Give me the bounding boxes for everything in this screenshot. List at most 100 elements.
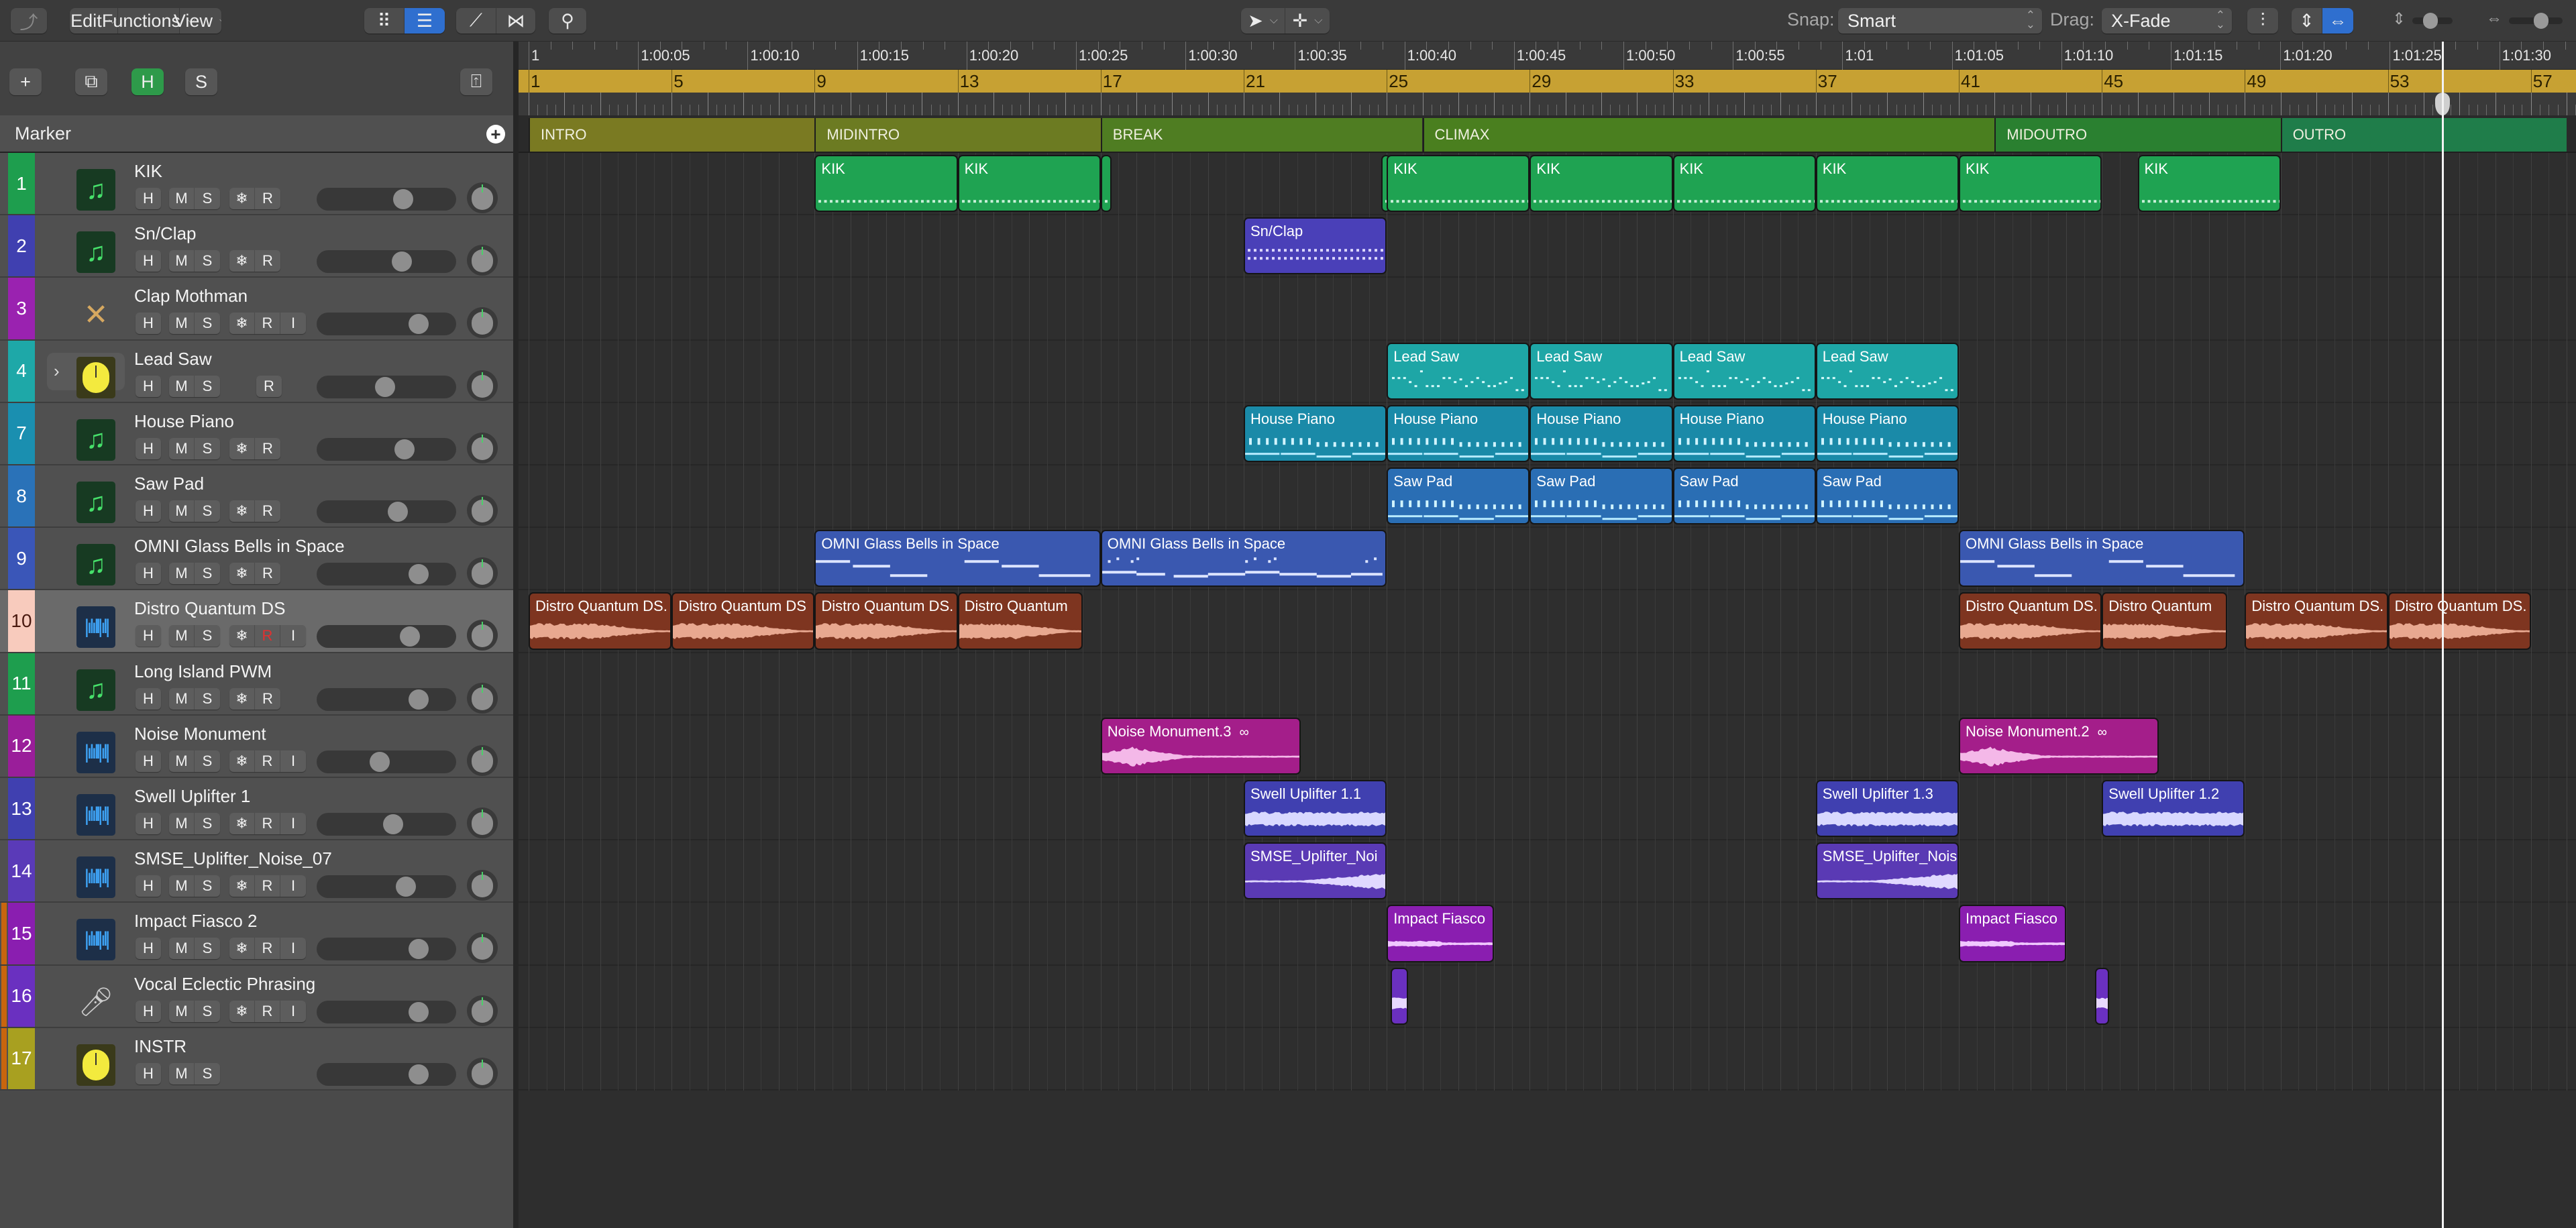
region[interactable]: Sn/Clap — [1244, 217, 1387, 275]
freeze-button[interactable]: ❄ — [229, 625, 255, 647]
region[interactable]: KIK — [2137, 155, 2281, 213]
vertical-fit-button[interactable]: ⇕ — [2292, 8, 2322, 34]
volume-knob[interactable] — [400, 626, 421, 647]
mute-button[interactable]: M — [169, 437, 195, 459]
region[interactable]: Swell Uplifter 1.3 — [1815, 780, 1959, 838]
marker-midoutro[interactable]: MIDOUTRO — [1994, 118, 2281, 152]
hide-button[interactable]: H — [136, 438, 161, 459]
track-header-4[interactable]: 4 › Lead Saw H M S R — [0, 340, 513, 403]
region[interactable]: Distro Quantum DS. — [1959, 592, 2102, 650]
region[interactable]: KIK — [957, 155, 1101, 213]
mute-button[interactable]: M — [169, 938, 195, 960]
region[interactable]: KIK — [1672, 155, 1816, 213]
pan-knob[interactable] — [467, 744, 498, 776]
marker-midintro[interactable]: MIDINTRO — [814, 118, 1101, 152]
track-header-17[interactable]: 17 INSTR H M S — [0, 1027, 513, 1091]
volume-slider[interactable] — [317, 375, 456, 398]
pan-knob[interactable] — [467, 307, 498, 339]
volume-slider[interactable] — [317, 938, 456, 961]
marker-break[interactable]: BREAK — [1100, 118, 1423, 152]
volume-slider[interactable] — [317, 500, 456, 523]
functions-menu[interactable]: Functions ⌵ — [102, 8, 195, 34]
record-enable-button[interactable]: R — [256, 376, 282, 397]
region[interactable]: Lead Saw — [1672, 342, 1816, 400]
marker-climax[interactable]: CLIMAX — [1422, 118, 1995, 152]
solo-button[interactable]: S — [195, 688, 220, 710]
input-monitor-button[interactable]: I — [280, 625, 306, 647]
freeze-button[interactable]: ❄ — [229, 250, 255, 272]
region[interactable]: KIK — [1529, 155, 1673, 213]
record-enable-button[interactable]: R — [255, 688, 280, 710]
hide-toggle-button[interactable]: H — [131, 68, 164, 95]
hide-button[interactable]: H — [136, 813, 161, 834]
marker-outro[interactable]: OUTRO — [2280, 118, 2567, 152]
hide-button[interactable]: H — [136, 500, 161, 522]
mute-button[interactable]: M — [169, 375, 195, 397]
mute-button[interactable]: M — [169, 500, 195, 522]
track-header-10[interactable]: 10 |ılıll|ıl| Distro Quantum DS H M S ❄ R I — [0, 590, 513, 653]
secondary-tool-button[interactable]: ✛ ⌵ — [1285, 8, 1330, 34]
region[interactable]: SMSE_Uplifter_Noi — [1244, 842, 1387, 900]
mute-button[interactable]: M — [169, 313, 195, 335]
snap-select[interactable]: Smart ⌃ ⌄ — [1838, 8, 2042, 34]
freeze-button[interactable]: ❄ — [229, 687, 255, 710]
freeze-button[interactable]: ❄ — [229, 437, 255, 459]
pointer-tool-button[interactable]: ➤ ⌵ — [1241, 8, 1285, 34]
region[interactable]: Lead Saw — [1815, 342, 1959, 400]
hide-button[interactable]: H — [136, 688, 161, 710]
volume-knob[interactable] — [408, 689, 429, 710]
pan-knob[interactable] — [467, 870, 498, 901]
grid-view-button[interactable]: ⠿ — [364, 8, 405, 34]
region[interactable] — [2094, 967, 2109, 1025]
bar-ruler[interactable]: 1 5 9 13 17 21 25 29 33 37 41 45 49 53 57 — [519, 70, 2576, 93]
volume-slider[interactable] — [317, 750, 456, 773]
freeze-button[interactable]: ❄ — [229, 188, 255, 209]
mute-button[interactable]: M — [169, 875, 195, 897]
volume-knob[interactable] — [408, 939, 429, 960]
horizontal-fit-button[interactable]: ⇔ — [2322, 8, 2353, 34]
solo-button[interactable]: S — [195, 1063, 220, 1084]
record-enable-button[interactable]: R — [255, 438, 280, 459]
solo-button[interactable]: S — [195, 750, 220, 772]
hide-button[interactable]: H — [136, 1001, 161, 1022]
region[interactable]: Impact Fiasco — [1959, 905, 2066, 962]
region[interactable] — [1390, 967, 1409, 1025]
waveform-zoom-button[interactable]: ⫶ — [2247, 8, 2278, 34]
region[interactable]: Distro Quantum — [2102, 592, 2227, 650]
record-enable-button[interactable]: R — [255, 625, 280, 647]
horizontal-zoom-slider[interactable] — [2509, 13, 2563, 29]
time-ruler[interactable]: 1 1:00:05 1:00:10 1:00:15 1:00:20 1:00:25 1:00… — [519, 42, 2576, 70]
volume-slider[interactable] — [317, 437, 456, 461]
track-header-2[interactable]: 2 ♫ Sn/Clap H M S ❄ R — [0, 215, 513, 278]
record-enable-button[interactable]: R — [255, 750, 280, 772]
region[interactable]: OMNI Glass Bells in Space — [1959, 530, 2245, 588]
volume-slider[interactable] — [317, 1062, 456, 1086]
region[interactable]: House Piano — [1387, 404, 1530, 462]
collapse-panel-button[interactable]: ⍐ — [460, 68, 492, 95]
region[interactable]: KIK — [1815, 155, 1959, 213]
region[interactable]: House Piano — [1529, 404, 1673, 462]
volume-knob[interactable] — [394, 439, 415, 459]
solo-button[interactable]: S — [195, 938, 220, 959]
hide-button[interactable]: H — [136, 313, 161, 334]
pan-knob[interactable] — [467, 245, 498, 276]
volume-knob[interactable] — [408, 1001, 429, 1022]
region[interactable]: Swell Uplifter 1.2 — [2102, 780, 2245, 838]
volume-slider[interactable] — [317, 687, 456, 711]
mute-button[interactable]: M — [169, 625, 195, 647]
region[interactable] — [1100, 155, 1112, 213]
record-enable-button[interactable]: R — [255, 563, 280, 584]
solo-button[interactable]: S — [195, 250, 220, 272]
track-header-12[interactable]: 12 |ılıll|ıl| Noise Monument H M S ❄ R I — [0, 715, 513, 778]
solo-button[interactable]: S — [195, 875, 220, 897]
pan-knob[interactable] — [467, 495, 498, 526]
pan-knob[interactable] — [467, 682, 498, 714]
region[interactable]: Distro Quantum DS — [672, 592, 815, 650]
solo-button[interactable]: S — [195, 813, 220, 834]
solo-button[interactable]: S — [195, 625, 220, 647]
track-header-9[interactable]: 9 ♫ OMNI Glass Bells in Space H M S ❄ R — [0, 528, 513, 591]
region[interactable]: Noise Monument.2 ∞ — [1959, 717, 2159, 775]
mute-button[interactable]: M — [169, 188, 195, 209]
volume-knob[interactable] — [369, 751, 390, 772]
region[interactable]: Saw Pad — [1529, 467, 1673, 525]
